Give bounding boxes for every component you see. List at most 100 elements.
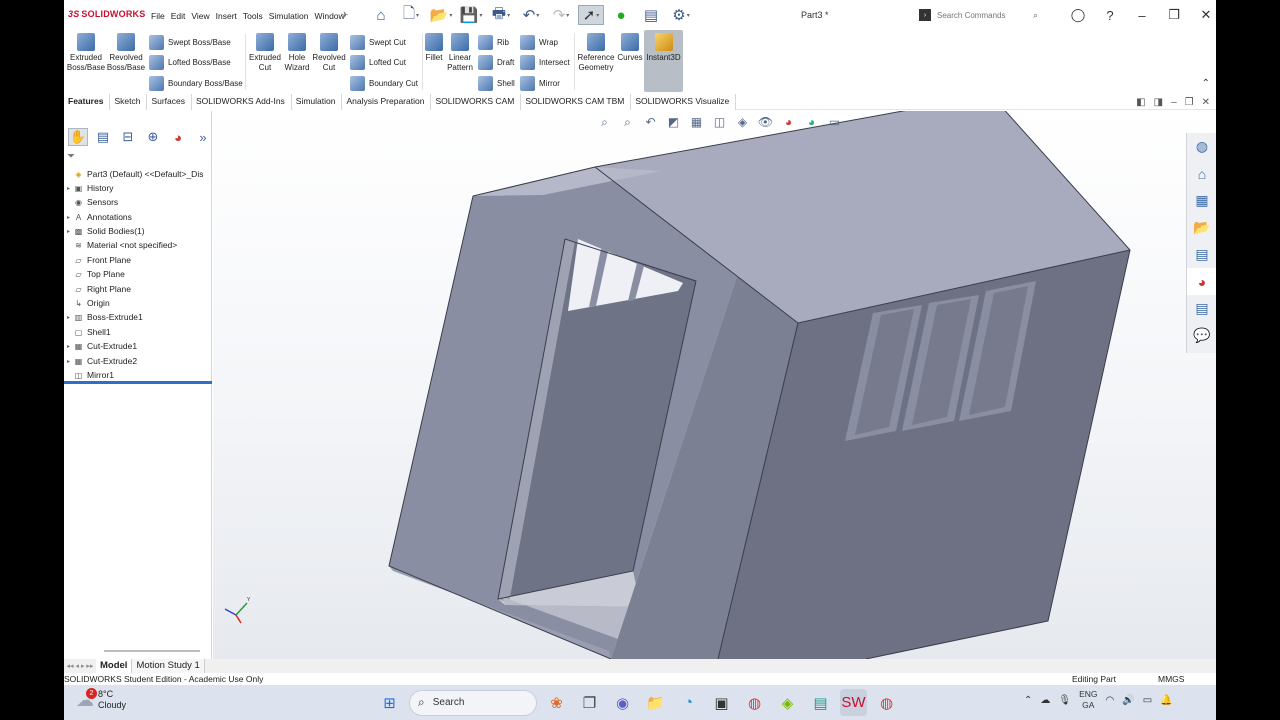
volume-icon[interactable]: 🔊 (1122, 695, 1134, 706)
tab-scroll-arrows[interactable]: ◂◂ ◂ ▸ ▸▸ (64, 659, 96, 673)
solidworks-taskbar-icon[interactable]: SW (840, 689, 867, 716)
revolved-boss-button[interactable]: Revolved Boss/Base (106, 33, 146, 73)
tab-model[interactable]: Model (96, 659, 133, 673)
tab-motion-study[interactable]: Motion Study 1 (132, 659, 205, 673)
curves-button[interactable]: Curves (617, 33, 643, 63)
tab-solidworks-visualize[interactable]: SOLIDWORKS Visualize (631, 94, 737, 110)
mirror-button[interactable]: Mirror (520, 74, 560, 92)
more-panels-icon[interactable]: » (193, 128, 213, 146)
tree-item-front-plane[interactable]: ▱ Front Plane (64, 253, 131, 267)
property-manager-icon[interactable]: ▤ (93, 128, 113, 146)
expand-arrow-icon[interactable]: ▸ (64, 185, 73, 192)
swept-boss-button[interactable]: Swept Boss/Base (149, 33, 231, 51)
viewport-restore-icon[interactable]: ❐ (1185, 97, 1194, 108)
hole-wizard-button[interactable]: Hole Wizard (283, 33, 311, 73)
forum-chat-icon[interactable]: 💬 (1187, 322, 1216, 349)
display-manager-icon[interactable]: ◕ (168, 128, 188, 146)
language-indicator[interactable]: ENG GA (1079, 689, 1097, 711)
chrome-profile-icon[interactable]: ◍ (873, 689, 900, 716)
file-explorer-icon[interactable]: 📂 (1187, 214, 1216, 241)
units-selector[interactable]: MMGS (1158, 674, 1184, 684)
tab-solidworks-cam-tbm[interactable]: SOLIDWORKS CAM TBM (521, 94, 632, 110)
battery-icon[interactable]: ▭ (1143, 695, 1152, 706)
viewport-minimize-icon[interactable]: – (1171, 97, 1177, 108)
close-button[interactable]: ✕ (1190, 4, 1216, 26)
search-icon[interactable]: ⌕ (1033, 10, 1038, 21)
horizontal-scrollbar[interactable] (104, 650, 200, 652)
display-style-icon[interactable]: ◈ (733, 113, 752, 131)
boundary-cut-button[interactable]: Boundary Cut (350, 74, 418, 92)
app-icon[interactable]: ▤ (807, 689, 834, 716)
search-input[interactable] (937, 10, 1033, 20)
tree-item-shell1[interactable]: ▢ Shell1 (64, 325, 111, 339)
redo-icon[interactable]: ↷ ▾ (548, 5, 574, 25)
custom-properties-icon[interactable]: ▤ (1187, 295, 1216, 322)
view-settings-icon[interactable]: ▭ (825, 113, 844, 131)
expand-arrow-icon[interactable]: ▸ (64, 358, 73, 365)
restore-button[interactable]: ❐ (1158, 4, 1190, 26)
edge-icon[interactable]: ◔ (675, 689, 702, 716)
appearances-icon[interactable]: ◕ (1187, 268, 1216, 295)
search-commands-box[interactable]: › ⌕ (919, 6, 1056, 24)
viewport-tile-left-icon[interactable]: ◧ (1136, 97, 1145, 108)
rollback-bar[interactable] (64, 381, 212, 384)
solidworks-logo[interactable]: 3S SOLIDWORKS (68, 9, 145, 19)
wrap-button[interactable]: Wrap (520, 33, 558, 51)
viewport-tile-right-icon[interactable]: ◨ (1154, 97, 1163, 108)
tree-item-cut-extrude2[interactable]: ▸ ▦ Cut-Extrude2 (64, 354, 137, 368)
rib-button[interactable]: Rib (478, 33, 509, 51)
menu-tools[interactable]: Tools (243, 11, 263, 21)
tree-item-solid-bodies[interactable]: ▸ ▩ Solid Bodies(1) (64, 224, 145, 238)
minimize-button[interactable]: – (1126, 4, 1158, 26)
tab-features[interactable]: Features (64, 94, 111, 110)
filter-icon[interactable]: ⏷ (67, 151, 75, 162)
menu-view[interactable]: View (191, 11, 209, 21)
shell-button[interactable]: Shell (478, 74, 515, 92)
tab-solidworks-add-ins[interactable]: SOLIDWORKS Add-Ins (191, 94, 292, 110)
collapse-ribbon-icon[interactable]: ⌃ (1202, 78, 1210, 89)
tree-item-annotations[interactable]: ▸ A Annotations (64, 210, 132, 224)
tree-item-right-plane[interactable]: ▱ Right Plane (64, 282, 131, 296)
design-library-icon[interactable]: ▦ (1187, 187, 1216, 214)
onedrive-icon[interactable]: ☁ (1040, 695, 1050, 706)
extruded-cut-button[interactable]: Extruded Cut (247, 33, 283, 73)
undo-icon[interactable]: ↶ ▾ (518, 5, 544, 25)
microphone-icon[interactable]: 🎙 (1058, 695, 1071, 706)
instant3d-button[interactable]: Instant3D (644, 30, 683, 92)
boundary-boss-button[interactable]: Boundary Boss/Base (149, 74, 243, 92)
expand-arrow-icon[interactable]: ▸ (64, 314, 73, 321)
lofted-boss-button[interactable]: Lofted Boss/Base (149, 53, 231, 71)
extruded-boss-button[interactable]: Extruded Boss/Base (66, 33, 106, 73)
task-view-icon[interactable]: ❐ (576, 689, 603, 716)
fillet-button[interactable]: Fillet (423, 33, 445, 63)
nvidia-icon[interactable]: ◈ (774, 689, 801, 716)
help-icon[interactable]: ? (1094, 4, 1126, 26)
graphics-area[interactable]: ⌕ ⌕ ↶ ◩ ▦ ◫ ◈ 👁 ◕ ◕ ▭ ◍ ⌂ ▦ 📂 ▤ ◕ ▤ 💬 Y (213, 111, 1216, 659)
design-library-home-icon[interactable]: ⌂ (1187, 160, 1216, 187)
wifi-icon[interactable]: ◠ (1106, 695, 1115, 706)
tab-surfaces[interactable]: Surfaces (147, 94, 192, 110)
tab-simulation[interactable]: Simulation (291, 94, 343, 110)
expand-arrow-icon[interactable]: ▸ (64, 228, 73, 235)
expand-arrow-icon[interactable]: ▸ (64, 343, 73, 350)
tree-item-boss-extrude1[interactable]: ▸ ▥ Boss-Extrude1 (64, 310, 143, 324)
tree-item-history[interactable]: ▸ ▣ History (64, 181, 113, 195)
widgets-icon[interactable]: ❀ (543, 689, 570, 716)
lofted-cut-button[interactable]: Lofted Cut (350, 53, 406, 71)
options-gear-icon[interactable]: ⚙ ▾ (668, 5, 694, 25)
windows-start-icon[interactable]: ⊞ (376, 689, 403, 716)
tree-item-part[interactable]: ◈ Part3 (Default) <<Default>_Dis (64, 167, 203, 181)
expand-arrow-icon[interactable]: ▸ (64, 214, 73, 221)
weather-widget[interactable]: ☁ 2 8°C Cloudy (76, 687, 126, 711)
tree-item-sensors[interactable]: ◉ Sensors (64, 195, 118, 209)
revolved-cut-button[interactable]: Revolved Cut (311, 33, 347, 73)
store-icon[interactable]: ▣ (708, 689, 735, 716)
dynamic-annotation-icon[interactable]: ▦ (687, 113, 706, 131)
house-model[interactable] (213, 111, 1216, 659)
save-icon[interactable]: 💾 ▾ (458, 5, 484, 25)
new-document-icon[interactable]: 🗋 ▾ (398, 5, 424, 25)
viewport-close-icon[interactable]: ✕ (1202, 97, 1210, 108)
file-explorer-icon[interactable]: 📁 (642, 689, 669, 716)
tree-item-top-plane[interactable]: ▱ Top Plane (64, 267, 124, 281)
print-icon[interactable]: 🖶 ▾ (488, 5, 514, 25)
